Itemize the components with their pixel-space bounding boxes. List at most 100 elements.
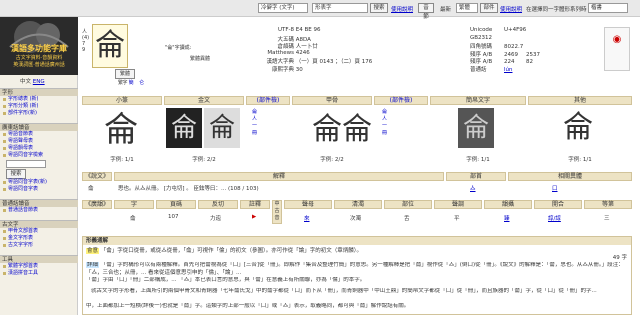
count-oracle: 字例: 2/2 [320,157,344,163]
code-value: 82 [526,59,533,65]
sidebar-item-shape-class[interactable]: 字形分類 (新) [0,103,78,110]
bronze-glyph-2[interactable]: 侖 [204,108,240,148]
style-select[interactable]: 楷書 [588,3,628,13]
speaker-panel: ◉ [604,27,630,71]
mid-col: 部位 [384,200,432,209]
seal-glyph[interactable]: 侖 [102,108,140,152]
form-header[interactable]: (部件檢) [246,96,290,105]
part-link[interactable]: 一 [382,122,387,129]
part-link[interactable]: 侖 [252,108,257,115]
part-link[interactable]: 冊 [252,129,257,136]
sidebar-item-radicals[interactable]: 繁體字部首表 [0,263,78,270]
part-link[interactable]: 一 [252,122,257,129]
etymology-text: 「侖」字的構形可以有兩種解釋。首先可把侖視為從「口」[三合]從「冊」。即解作「集… [86,262,624,276]
code-key: Unicode [470,27,493,33]
simplified-value[interactable]: 仑 [139,80,144,86]
shuowen-radical[interactable]: 亼 [470,184,476,192]
gy-fanqie: 力迍 [210,216,222,222]
shuowen-related[interactable]: 口 [552,184,558,192]
gy-note-icon[interactable]: ▶ [252,214,256,220]
sidebar-section-putonghua: 普通話讀音 [0,199,78,207]
etymology-line-1: 會意 「侖」字從口從冊，或從亼從冊，「侖」可視作「倫」的初文（參圖）。亦可作從「… [83,245,631,255]
sidebar-item-pth-syllables[interactable]: 普通話音節表 [0,207,78,214]
lang-zh[interactable]: 中文 [20,79,31,85]
mid-val[interactable]: 臻 [504,214,510,222]
syllable-button[interactable]: 部件 [480,3,498,13]
sidebar-item-pinyin-tool[interactable]: 漢語拼音工具 [0,270,78,277]
shuowen-row: 《說文》 解釋 部首 相關異體 侖 思也。从亼从冊。 [力屯切] 。 臣鉉等曰：… [82,172,632,196]
sidebar-item-shape-table[interactable]: 字形總表 (新) [0,96,78,103]
sidebar-item-syllables[interactable]: 粵語音節表 [0,131,78,138]
tag-huiyi: 會意 [86,248,100,254]
sidebar-item-finals[interactable]: 粵語韻母表 [0,145,78,152]
logo-subtitle2: 英漢詞匯·普通話廣州話 [13,62,65,68]
sidebar-item-oracle[interactable]: 甲骨文部首表 [0,228,78,235]
gy-col: 註釋 [240,200,270,209]
code-value: 4246 [295,49,310,56]
homophone-search-input[interactable] [6,160,46,168]
help2-link[interactable]: 使用說明 [500,5,522,13]
search-button[interactable]: 搜索 [370,3,388,13]
part-link[interactable]: 冊 [382,129,387,136]
form-header: 其他 [528,96,632,105]
sidebar-item-bronze[interactable]: 金文字形表 [0,235,78,242]
sidebar-item-homophone-table-new[interactable]: 粵語同音字表(新) [0,179,78,186]
char-type-select[interactable]: 繁體 [456,3,478,13]
radical-header: 部首 [446,172,506,181]
count-bronze: 字例: 2/2 [192,157,216,163]
sidebar-item-homophone[interactable]: 粵語同音字檢索 [0,152,78,159]
bronze-glyph-1[interactable]: 侖 [166,108,202,148]
etymology-text: 「侖」字從口從冊，或從亼從冊，「侖」可視作「倫」的初文（參圖）。亦可作從「論」字… [100,248,363,254]
mid-col: 聲調 [434,200,482,209]
reading-label: "侖"字讀成: [165,45,192,51]
variant-tab[interactable]: 繁體字 [115,69,135,86]
speaker-icon[interactable]: ◉ [605,34,629,45]
sidebar-section-cantonese: 廣東話讀音 [0,123,78,131]
mid-val: 平 [454,216,460,222]
sidebar-item-homophone-table[interactable]: 粵語同音字表 [0,186,78,193]
count-other: 字例: 1/1 [568,157,592,163]
hint-text: 在選擇同一字體形系列時 [526,7,587,13]
sidebar-item-initials[interactable]: 粵語聲母表 [0,138,78,145]
search-input[interactable]: 形表字 [312,3,368,13]
help-link[interactable]: 使用說明 [391,5,413,13]
sidebar-item-parts[interactable]: 部件字形(新) [0,110,78,117]
homophone-search-button[interactable]: 搜索 [6,169,26,179]
gy-col: 頁碼 [156,200,196,209]
shuowen-label: 《說文》 [82,172,112,181]
phonetic-button[interactable]: 音節 [418,3,434,20]
tag-traditional: 繁 [118,80,124,86]
sidebar-section-ancient: 古文字 [0,220,78,228]
form-header: 小篆 [82,96,162,105]
gy-col: 字 [114,200,154,209]
code-value: E4 BE 96 [295,27,321,33]
form-header[interactable]: (部件檢) [374,96,428,105]
code-value: （一）頁 0143 ；（二）頁 176 [295,59,373,65]
guangyun-row: 《廣韻》 字 頁碼 反切 註釋 中古音 聲母 清濁 部位 聲調 韻攝 開合 等第… [82,200,632,226]
site-logo[interactable]: 漢語多功能字庫 古文字資料·音韻資料 英漢詞匯·普通話廣州話 [0,17,78,75]
lang-switch: 中文 ENG [20,77,45,85]
stroke-count: 9 [82,47,86,53]
oracle-glyph-2[interactable]: 侖 [342,108,372,152]
mid-val[interactable]: 諄/諄 [548,214,561,222]
mid-val[interactable]: 來 [304,214,310,222]
simplified-tag[interactable]: 簡 [129,80,134,86]
code-key: 康熙字典 [271,66,294,73]
part-link[interactable]: 人 [382,115,387,122]
pinyin-link[interactable]: lún [504,67,513,73]
form-header: 甲骨 [292,96,372,105]
etymology-panel: 形義通解 會意 「侖」字從口從冊，或從亼從冊，「侖」可視作「倫」的初文（參圖）。… [82,236,632,315]
bamboo-glyph[interactable]: 侖 [458,108,494,148]
search-mode-select[interactable]: 冷僻字 (文字) [258,3,308,13]
etymology-line-4: 就古文字的字形看，上面所引的兩個甲骨文和青銅器「七年侖氏戈」中的侖字都從「口」而… [91,288,597,294]
main-char: 侖 [95,28,125,63]
part-link[interactable]: 人 [252,115,257,122]
part-link[interactable]: 侖 [382,108,387,115]
gy-col: 反切 [198,200,238,209]
other-glyph[interactable]: 侖 [560,108,596,148]
sidebar-item-ancient-forms[interactable]: 古文字字形 [0,242,78,249]
lang-en[interactable]: ENG [33,79,45,85]
oracle-glyph-1[interactable]: 侖 [312,108,342,152]
gy-col-midchinese: 中古音 [272,200,282,224]
code-table-2: Unicode U+4F96 GB2312 四角號碼 8022.7 頻序 A/B 24… [470,27,590,73]
